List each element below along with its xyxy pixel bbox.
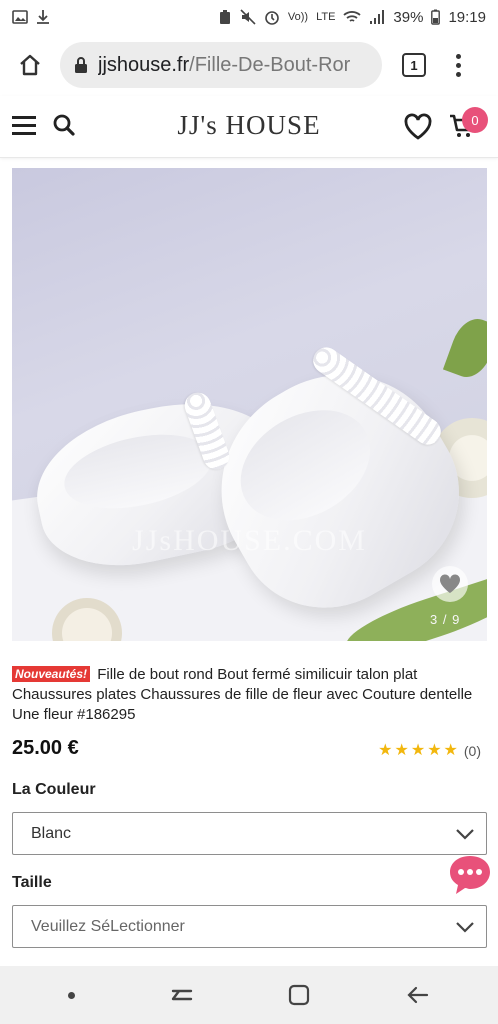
site-header: JJ's HOUSE	[0, 96, 498, 158]
download-icon	[37, 10, 49, 24]
cart-count-badge: 0	[462, 107, 488, 133]
lock-icon	[74, 56, 88, 74]
chat-button[interactable]	[446, 852, 494, 900]
battery-level: 39%	[393, 8, 424, 26]
status-bar: Vo)) LTE 39% 19:19	[0, 0, 498, 34]
gallery-icon	[12, 10, 28, 24]
signal-icon	[370, 10, 385, 24]
product-image[interactable]: JJsHOUSE.COM 3 / 9	[12, 168, 487, 641]
size-select[interactable]: Veuillez SéLectionner	[12, 905, 487, 948]
chat-icon	[450, 856, 490, 894]
volte-label: Vo))	[287, 11, 309, 23]
rating[interactable]: ★ ★ ★ ★ ★ (0)	[378, 742, 481, 760]
system-nav-bar	[0, 966, 498, 1024]
nav-dot-icon[interactable]	[67, 991, 75, 999]
battery-saver-icon	[219, 10, 230, 24]
url-path: /Fille-De-Bout-Ror	[189, 53, 351, 76]
rating-count: (0)	[463, 743, 481, 759]
color-select[interactable]: Blanc	[12, 812, 487, 855]
star-icon: ★	[378, 742, 393, 759]
heart-filled-icon	[439, 574, 461, 593]
product-price: 25.00 €	[12, 737, 79, 759]
browser-menu-button[interactable]	[456, 53, 461, 77]
recent-apps-icon[interactable]	[171, 985, 193, 1005]
chevron-down-icon	[456, 922, 474, 933]
menu-dot-icon	[456, 53, 461, 59]
color-select-value: Blanc	[31, 824, 72, 842]
size-select-placeholder: Veuillez SéLectionner	[31, 917, 185, 935]
home-nav-icon[interactable]	[288, 984, 310, 1006]
star-icon: ★	[410, 742, 426, 759]
new-badge: Nouveautés!	[12, 666, 91, 682]
image-counter: 3 / 9	[430, 612, 461, 627]
wishlist-button[interactable]	[403, 113, 433, 146]
url-text: jjshouse.fr/Fille-De-Bout-Ror	[98, 54, 350, 77]
leaf-decoration	[442, 312, 487, 384]
status-right: Vo)) LTE 39% 19:19	[218, 9, 486, 26]
alarm-icon	[265, 11, 279, 25]
color-label: La Couleur	[12, 781, 96, 798]
url-host: jjshouse.fr	[98, 53, 190, 76]
menu-dot-icon	[456, 71, 461, 77]
address-bar[interactable]: jjshouse.fr/Fille-De-Bout-Ror	[60, 42, 382, 88]
mute-icon	[240, 9, 256, 25]
favorite-button[interactable]	[432, 566, 468, 602]
clock: 19:19	[448, 8, 486, 26]
lte-label: LTE	[316, 11, 336, 23]
menu-dot-icon	[456, 62, 461, 68]
tab-switcher-button[interactable]: 1	[402, 53, 426, 77]
star-icon: ★	[427, 742, 442, 759]
status-left	[12, 9, 50, 25]
image-watermark: JJsHOUSE.COM	[132, 524, 367, 557]
size-label: Taille	[12, 874, 52, 891]
back-icon[interactable]	[406, 984, 430, 1006]
home-button[interactable]	[12, 47, 48, 83]
wifi-icon	[343, 11, 362, 22]
chevron-down-icon	[456, 829, 474, 840]
product-title-block: Nouveautés! Fille de bout rond Bout ferm…	[12, 665, 488, 725]
battery-icon	[431, 9, 441, 25]
browser-toolbar: jjshouse.fr/Fille-De-Bout-Ror 1	[0, 34, 498, 96]
home-icon	[20, 54, 40, 76]
star-icon: ★	[394, 742, 409, 759]
star-icon: ★	[443, 742, 458, 759]
heart-icon	[404, 113, 432, 140]
